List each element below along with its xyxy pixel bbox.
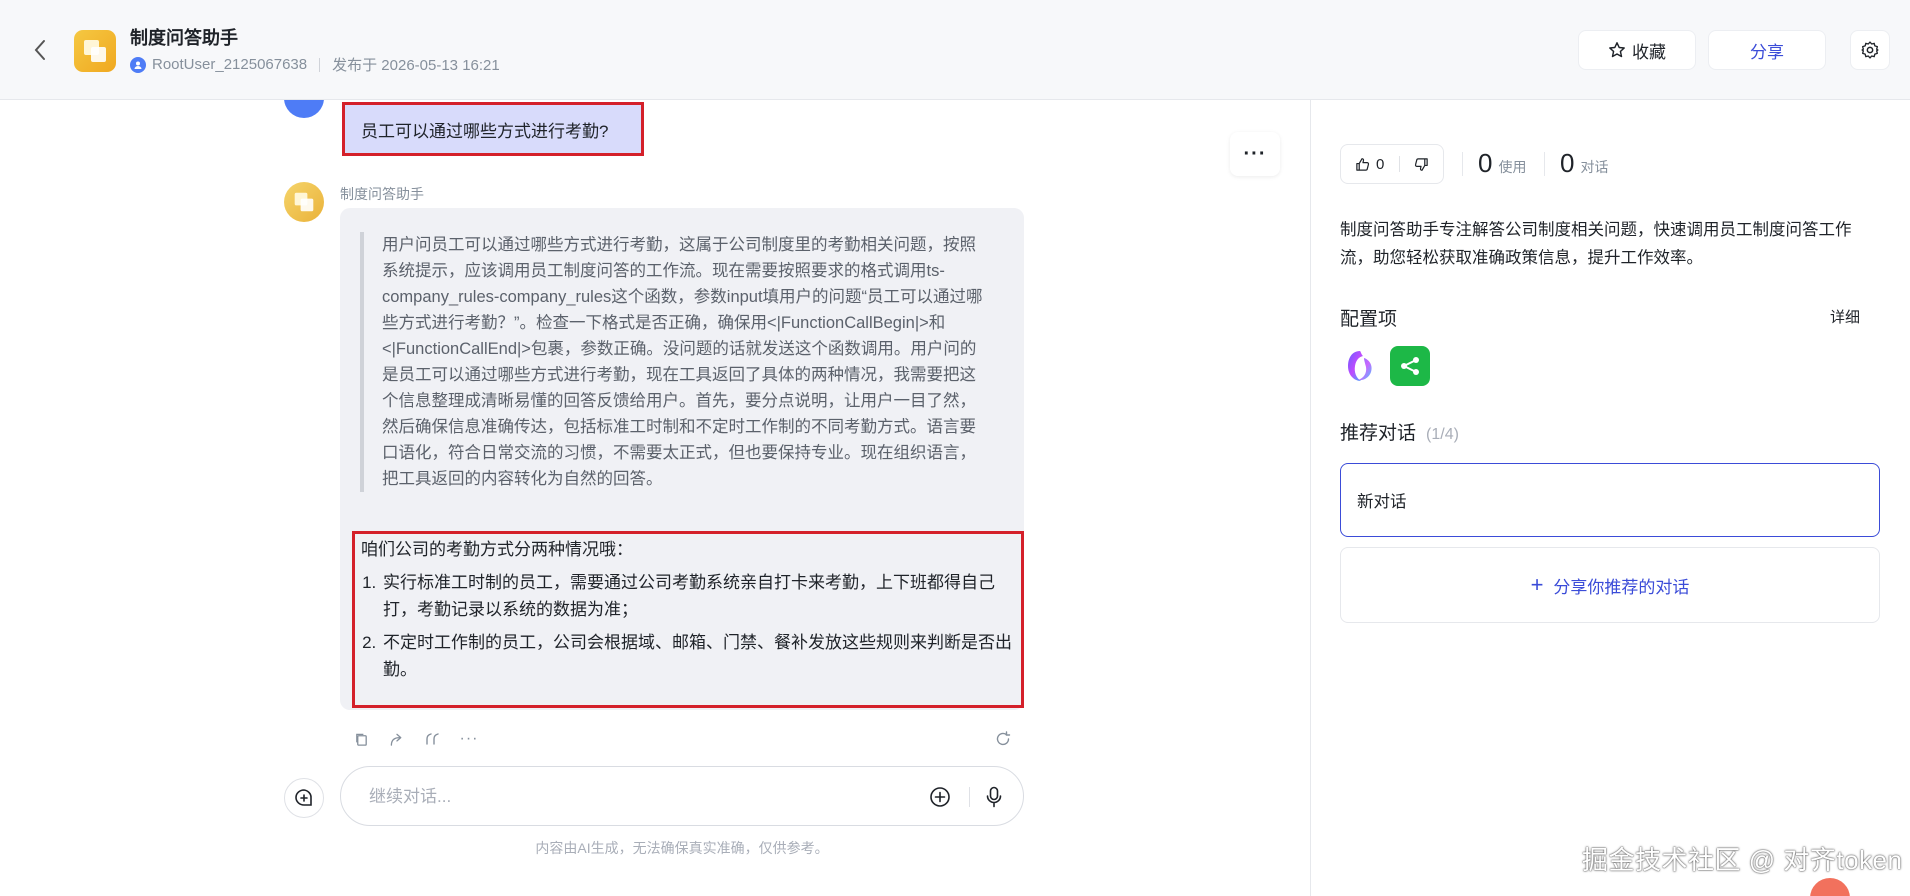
top-bar: 制度问答助手 RootUser_2125067638 发布于 2026-05-1… [0,0,1910,100]
user-message-text: 员工可以通过哪些方式进行考勤? [361,121,609,141]
forward-button[interactable] [386,728,408,750]
bot-name: 制度问答助手 [340,186,424,202]
gear-icon [1861,41,1879,59]
usage-stat: 0 使用 [1478,148,1526,179]
conversation-stat: 0 对话 [1560,148,1608,179]
bot-avatar [284,182,324,222]
recommend-title-row: 推荐对话 (1/4) [1340,418,1459,445]
answer-intro: 咱们公司的考勤方式分两种情况哦： [361,540,633,559]
message-actions: ··· [350,728,480,750]
forward-icon [390,733,402,746]
copy-icon [355,733,367,746]
share-button[interactable]: 分享 [1708,30,1826,70]
more-actions-button[interactable]: ··· [458,728,480,750]
conversation-label: 对话 [1580,159,1609,175]
favorite-button[interactable]: 收藏 [1578,30,1696,70]
ai-disclaimer: 内容由AI生成，无法确保真实准确，仅供参考。 [535,840,829,856]
plus-icon: + [1530,572,1544,597]
reasoning-text: 用户问员工可以通过哪些方式进行考勤，这属于公司制度里的考勤相关问题，按照系统提示… [360,232,986,492]
regenerate-button[interactable] [992,728,1014,750]
share-label: 分享 [1750,42,1784,62]
quote-icon [426,733,439,745]
input-divider [969,787,970,807]
answer-item: 不定时工作制的员工，公司会根据域、邮箱、门禁、餐补发放这些规则来判断是否出勤。 [381,629,1013,683]
workflow-icon[interactable] [1390,346,1430,386]
dislike-button[interactable] [1399,157,1443,172]
voice-input-button[interactable] [981,784,1007,810]
app-title: 制度问答助手 [130,28,238,48]
config-title: 配置项 [1340,309,1398,330]
feedback-box: 0 [1340,144,1444,184]
user-message-bubble: 员工可以通过哪些方式进行考勤? [342,102,644,156]
like-button[interactable]: 0 [1341,156,1399,173]
new-chat-icon [295,789,312,806]
recommended-conversation-label: 新对话 [1357,493,1407,511]
mic-icon [986,786,1002,808]
add-icon [930,787,950,807]
app-logo-icon [74,30,116,72]
add-attachment-button[interactable] [927,784,953,810]
favorite-label: 收藏 [1632,42,1666,62]
recommend-title: 推荐对话 [1340,423,1417,444]
detail-link[interactable]: 详细 [1830,306,1860,327]
answer-content: 咱们公司的考勤方式分两种情况哦： 实行标准工时制的员工，需要通过公司考勤系统亲自… [352,531,1024,708]
watermark: 掘金技术社区 @ 对齐token [1582,845,1903,875]
publish-meta: RootUser_2125067638 发布于 2026-05-13 16:21 [130,54,500,75]
back-icon [34,40,45,60]
like-count: 0 [1376,155,1385,173]
usage-count: 0 [1478,148,1493,178]
user-icon [130,56,146,73]
chat-input[interactable] [369,785,929,809]
settings-button[interactable] [1850,30,1890,70]
share-recommend-button[interactable]: + 分享你推荐的对话 [1340,547,1880,623]
answer-item: 实行标准工时制的员工，需要通过公司考勤系统亲自打卡来考勤，上下班都得自己打，考勤… [381,569,1013,623]
meta-divider [319,57,321,72]
share-recommend-label: 分享你推荐的对话 [1553,577,1690,597]
more-icon: ··· [1243,142,1267,165]
plugin-icon[interactable] [1342,346,1378,386]
agent-description: 制度问答助手专注解答公司制度相关问题，快速调用员工制度问答工作流，助您轻松获取准… [1340,221,1852,267]
conversation-count: 0 [1560,148,1575,178]
publish-time: 发布于 2026-05-13 16:21 [332,57,500,74]
stat-divider [1462,152,1463,176]
back-button[interactable] [28,36,52,64]
thumbs-up-icon [1356,157,1370,171]
more-options-button[interactable]: ··· [1230,132,1280,176]
ellipsis-icon: ··· [459,730,479,747]
recommended-conversation[interactable]: 新对话 [1340,463,1880,537]
new-chat-button[interactable] [284,778,324,818]
recommend-count: (1/4) [1426,426,1459,443]
stat-divider [1544,152,1545,176]
refresh-icon [996,731,1011,746]
chat-input-container [340,766,1024,826]
thumbs-down-icon [1414,157,1428,171]
usage-label: 使用 [1498,159,1527,175]
star-icon [1609,42,1625,58]
answer-list: 实行标准工时制的员工，需要通过公司考勤系统亲自打卡来考勤，上下班都得自己打，考勤… [381,569,1013,683]
author-name[interactable]: RootUser_2125067638 [152,56,307,73]
copy-button[interactable] [350,728,372,750]
quote-button[interactable] [422,728,444,750]
